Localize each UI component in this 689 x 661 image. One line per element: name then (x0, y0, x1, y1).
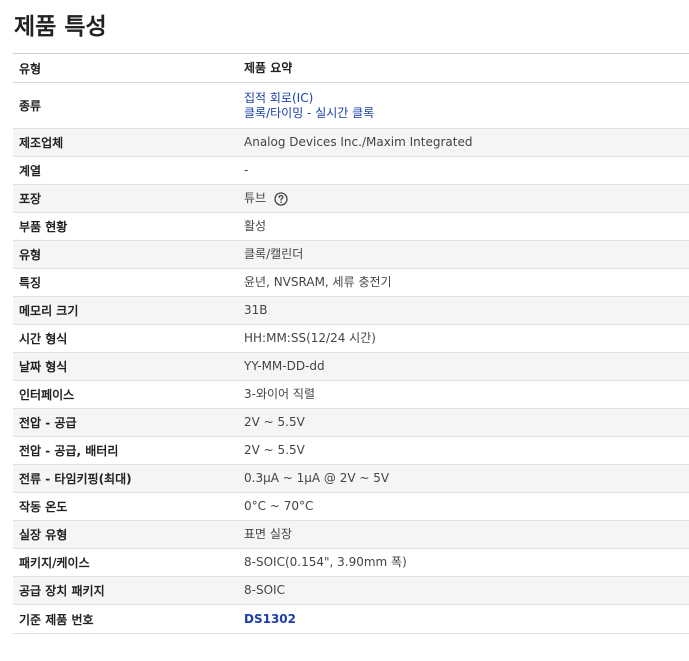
row-value: 31B (244, 303, 268, 317)
table-header-row: 유형 제품 요약 (13, 54, 689, 83)
table-row-packaging: 포장 튜브 (13, 185, 689, 213)
row-label: 패키지/케이스 (19, 556, 90, 570)
table-row-package-case: 패키지/케이스 8-SOIC(0.154", 3.90mm 폭) (13, 549, 689, 577)
table-row-part-status: 부품 현황 활성 (13, 213, 689, 241)
table-row-memory-size: 메모리 크기 31B (13, 297, 689, 325)
row-label: 유형 (19, 248, 42, 262)
row-label: 계열 (19, 164, 42, 178)
row-value: 3-와이어 직렬 (244, 387, 315, 401)
row-value: 2V ~ 5.5V (244, 443, 305, 457)
row-label: 전압 - 공급, 배터리 (19, 444, 119, 458)
table-row-category: 종류 집적 회로(IC) 클록/타이밍 - 실시간 클록 (13, 83, 689, 129)
row-value: YY-MM-DD-dd (244, 359, 325, 373)
row-label: 기준 제품 번호 (19, 612, 94, 627)
row-label: 전압 - 공급 (19, 416, 77, 430)
table-row-interface: 인터페이스 3-와이어 직렬 (13, 381, 689, 409)
base-part-number-link[interactable]: DS1302 (244, 612, 689, 627)
table-row-type: 유형 클록/캘린더 (13, 241, 689, 269)
row-label: 제조업체 (19, 136, 64, 150)
table-row-supplier-package: 공급 장치 패키지 8-SOIC (13, 577, 689, 605)
row-value: 0°C ~ 70°C (244, 499, 314, 513)
row-label: 시간 형식 (19, 332, 68, 346)
row-value: Analog Devices Inc./Maxim Integrated (244, 135, 473, 149)
row-value: 0.3µA ~ 1µA @ 2V ~ 5V (244, 471, 390, 485)
row-value: 튜브 (244, 191, 689, 206)
header-type-label: 유형 (19, 61, 42, 76)
row-label: 공급 장치 패키지 (19, 584, 105, 598)
row-value: 표면 실장 (244, 527, 292, 541)
row-label: 날짜 형식 (19, 360, 68, 374)
row-label: 전류 - 타임키핑(최대) (19, 472, 132, 486)
table-row-date-format: 날짜 형식 YY-MM-DD-dd (13, 353, 689, 381)
packaging-value: 튜브 (244, 191, 267, 205)
table-row-manufacturer: 제조업체 Analog Devices Inc./Maxim Integrate… (13, 129, 689, 157)
spec-table: 유형 제품 요약 종류 집적 회로(IC) 클록/타이밍 - 실시간 클록 제조… (13, 53, 689, 634)
row-label: 인터페이스 (19, 388, 75, 402)
row-label: 특징 (19, 276, 42, 290)
row-label: 실장 유형 (19, 528, 68, 542)
row-value: 클록/캘린더 (244, 247, 304, 261)
row-value: - (244, 163, 249, 177)
table-row-time-format: 시간 형식 HH:MM:SS(12/24 시간) (13, 325, 689, 353)
table-row-features: 특징 윤년, NVSRAM, 세류 충전기 (13, 269, 689, 297)
table-row-current-timekeeping: 전류 - 타임키핑(최대) 0.3µA ~ 1µA @ 2V ~ 5V (13, 465, 689, 493)
table-row-series: 계열 - (13, 157, 689, 185)
row-value: 8-SOIC (244, 583, 285, 597)
row-label: 종류 (19, 99, 42, 113)
row-label: 부품 현황 (19, 220, 68, 234)
table-row-base-part-number: 기준 제품 번호 DS1302 (13, 605, 689, 634)
help-circle-icon[interactable] (274, 191, 288, 206)
row-value: DS1302 (244, 612, 689, 627)
table-row-mounting-type: 실장 유형 표면 실장 (13, 521, 689, 549)
row-label: 포장 (19, 192, 42, 206)
table-row-voltage-supply: 전압 - 공급 2V ~ 5.5V (13, 409, 689, 437)
row-label: 작동 온도 (19, 500, 68, 514)
product-attributes-panel: 제품 특성 유형 제품 요약 종류 집적 회로(IC) 클록/타이밍 - 실시간… (0, 0, 689, 661)
row-value: 집적 회로(IC) 클록/타이밍 - 실시간 클록 (244, 91, 689, 121)
category-link-ic[interactable]: 집적 회로(IC) (244, 91, 689, 106)
header-summary-label: 제품 요약 (244, 60, 293, 75)
row-value: 8-SOIC(0.154", 3.90mm 폭) (244, 555, 407, 569)
table-row-operating-temp: 작동 온도 0°C ~ 70°C (13, 493, 689, 521)
row-label: 메모리 크기 (19, 304, 79, 318)
row-value: 윤년, NVSRAM, 세류 충전기 (244, 275, 392, 289)
row-value: 활성 (244, 219, 267, 233)
table-row-voltage-battery: 전압 - 공급, 배터리 2V ~ 5.5V (13, 437, 689, 465)
row-value: 2V ~ 5.5V (244, 415, 305, 429)
page-title: 제품 특성 (14, 14, 107, 40)
category-link-rtc[interactable]: 클록/타이밍 - 실시간 클록 (244, 106, 689, 121)
row-value: HH:MM:SS(12/24 시간) (244, 331, 376, 345)
